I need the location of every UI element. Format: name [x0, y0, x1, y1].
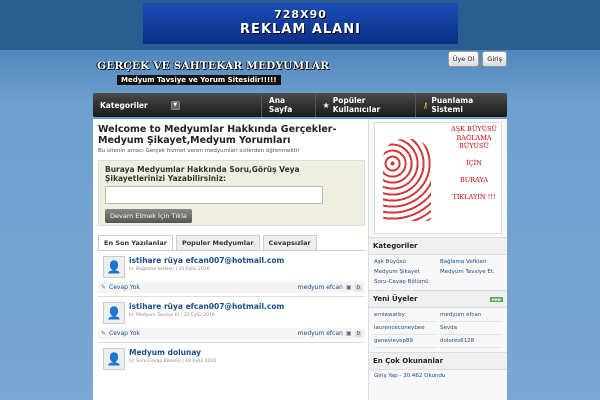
new-badge: new — [489, 296, 503, 302]
banner-line-2: REKLAM ALANI — [240, 22, 361, 37]
most-read-heading-label: En Çok Okunanlar — [373, 357, 444, 365]
post-tabs: En Son Yazılanlar Populer Medyumlar Ceva… — [98, 235, 365, 251]
ad-line-1: AŞK BÜYÜSÜ — [450, 125, 498, 133]
nav-popular-users-label: Popüler Kullanıcılar — [332, 96, 381, 114]
user-link[interactable]: medyum efcan — [440, 312, 502, 322]
pencil-icon: ✎ — [101, 330, 107, 337]
answer-count: 0 — [354, 330, 362, 337]
avatar[interactable]: 👤 — [103, 348, 125, 370]
category-link[interactable] — [440, 279, 502, 286]
top-bar: 728X90 REKLAM ALANI — [0, 0, 600, 50]
page-title: Welcome to Medyumlar Hakkında Gerçekler-… — [98, 124, 337, 146]
list-item: 👤 istihare rüya efcan007@hotmail.com In:… — [98, 251, 365, 297]
ask-question-label: Buraya Medyumlar Hakkında Soru,Görüş Vey… — [105, 165, 300, 183]
categories-list: Aşk Büyüsü Bağlama Vefkleri Medyum Şikay… — [369, 255, 507, 290]
answer-link[interactable]: Cevap Yok — [109, 284, 140, 291]
most-read-list: Giriş Yap - 30.462 Okundu — [369, 370, 507, 382]
content-area: Welcome to Medyumlar Hakkında Gerçekler-… — [93, 119, 507, 400]
nav-home-label: Ana Sayfa — [268, 96, 293, 114]
question-input[interactable] — [105, 186, 323, 204]
ad-line-5: BURAYA — [459, 176, 489, 184]
comment-icon: ▣ — [345, 330, 352, 337]
welcome-description: Bu sitenin amacı Gerçek hizmet veren med… — [98, 148, 300, 154]
register-button[interactable]: Üye Ol — [447, 51, 480, 67]
new-users-heading-label: Yeni Üyeler — [373, 295, 418, 303]
user-link[interactable]: laurenceconeybee — [374, 325, 436, 335]
main-column: Welcome to Medyumlar Hakkında Gerçekler-… — [98, 124, 365, 373]
key-icon: ⚷ — [422, 100, 429, 110]
category-link[interactable]: Aşk Büyüsü — [374, 259, 436, 266]
sidebar: AŞK BÜYÜSÜ BAĞLAMA BÜYÜSÜ İÇİN BURAYA TI… — [368, 119, 507, 400]
nav-categories[interactable]: Kategoriler ▼ — [93, 100, 261, 110]
category-link[interactable]: Soru-Cevap Bölümü — [374, 279, 436, 286]
user-link[interactable]: genevievep89 — [374, 338, 436, 348]
answer-count: 0 — [354, 284, 362, 291]
tab-popular[interactable]: Populer Medyumlar — [175, 235, 260, 250]
answer-link[interactable]: Cevap Yok — [109, 330, 140, 337]
new-users-heading: Yeni Üyeler new — [369, 290, 507, 308]
post-title[interactable]: istihare rüya efcan007@hotmail.com — [129, 256, 284, 265]
nav-home[interactable]: Ana Sayfa — [260, 93, 315, 117]
category-link[interactable]: Bağlama Vefkleri — [440, 259, 502, 266]
login-button[interactable]: Giriş — [482, 51, 507, 67]
logo-title: GERÇEK VE SAHTEKAR MEDYUMLAR — [97, 60, 330, 72]
nav-scoring[interactable]: ⚷ Puanlama Sistemi — [414, 93, 507, 117]
most-read-heading: En Çok Okunanlar — [369, 352, 507, 370]
list-item: 👤 Medyum dolunay In: Soru-Cevap Bölümü |… — [98, 343, 365, 373]
user-links: Üye Ol Giriş — [447, 51, 507, 67]
continue-button[interactable]: Devam Etmek İçin Tıkla — [105, 209, 192, 223]
site-logo[interactable]: GERÇEK VE SAHTEKAR MEDYUMLAR Medyum Tavs… — [97, 60, 329, 85]
logo-subtitle: Medyum Tavsiye ve Yorum Sitesidir!!!!! — [117, 75, 281, 85]
ad-line-6: TIKLAYIN !!! — [452, 193, 496, 201]
avatar[interactable]: 👤 — [103, 302, 125, 324]
ad-line-4: İÇİN — [466, 159, 482, 167]
ask-question-box: Buraya Medyumlar Hakkında Soru,Görüş Vey… — [98, 160, 365, 226]
post-author[interactable]: medyum efcan — [298, 330, 343, 337]
user-link[interactable]: dolores6128 — [440, 338, 502, 348]
main-nav: Kategoriler ▼ Ana Sayfa ★ Popüler Kullan… — [93, 93, 507, 117]
welcome-section: Welcome to Medyumlar Hakkında Gerçekler-… — [98, 124, 365, 154]
user-link[interactable]: erniewarby — [374, 312, 436, 322]
post-meta: In: Soru-Cevap Bölümü | 18 Eylül 2016 — [129, 359, 217, 364]
category-link[interactable]: Medyum Tavsiye Et. — [440, 269, 502, 276]
nav-scoring-label: Puanlama Sistemi — [431, 96, 474, 114]
list-item: 👤 istihare rüya efcan007@hotmail.com In:… — [98, 297, 365, 343]
user-link[interactable]: Sevda — [440, 325, 502, 335]
new-users-list: erniewarby medyum efcan laurenceconeybee… — [369, 308, 507, 352]
categories-heading-label: Kategoriler — [373, 242, 418, 250]
most-read-link[interactable]: Giriş Yap - 30.462 Okundu — [374, 373, 502, 379]
nav-popular-users[interactable]: ★ Popüler Kullanıcılar — [314, 93, 415, 117]
tab-unanswered[interactable]: Cevapsızlar — [262, 235, 317, 250]
post-meta: In: Medyum Tavsiye Et | 25 Eylül 2016 — [129, 313, 215, 318]
post-title[interactable]: Medyum dolunay — [129, 348, 216, 357]
post-author[interactable]: medyum efcan — [298, 284, 343, 291]
category-link[interactable]: Medyum Şikayet — [374, 269, 436, 276]
avatar[interactable]: 👤 — [103, 256, 125, 278]
pencil-icon: ✎ — [101, 284, 107, 291]
sidebar-ad-text: AŞK BÜYÜSÜ BAĞLAMA BÜYÜSÜ İÇİN BURAYA TI… — [439, 125, 509, 202]
chevron-down-icon[interactable]: ▼ — [170, 100, 180, 110]
couple-illustration — [383, 139, 431, 221]
post-meta: In: Bağlama Vefkleri | 25 Eylül 2016 — [129, 267, 210, 272]
ad-line-3: BÜYÜSÜ — [459, 142, 489, 150]
sidebar-ad[interactable]: AŞK BÜYÜSÜ BAĞLAMA BÜYÜSÜ İÇİN BURAYA TI… — [374, 122, 502, 234]
categories-heading: Kategoriler — [369, 237, 507, 255]
comment-icon: ▣ — [345, 284, 352, 291]
banner-line-1: 728X90 — [274, 8, 327, 21]
tab-latest[interactable]: En Son Yazılanlar — [98, 235, 173, 250]
ad-line-2: BAĞLAMA — [456, 133, 492, 142]
post-title[interactable]: istihare rüya efcan007@hotmail.com — [129, 302, 284, 311]
nav-categories-label: Kategoriler — [100, 100, 148, 110]
ad-banner[interactable]: 728X90 REKLAM ALANI — [143, 3, 458, 44]
star-icon: ★ — [322, 100, 330, 110]
